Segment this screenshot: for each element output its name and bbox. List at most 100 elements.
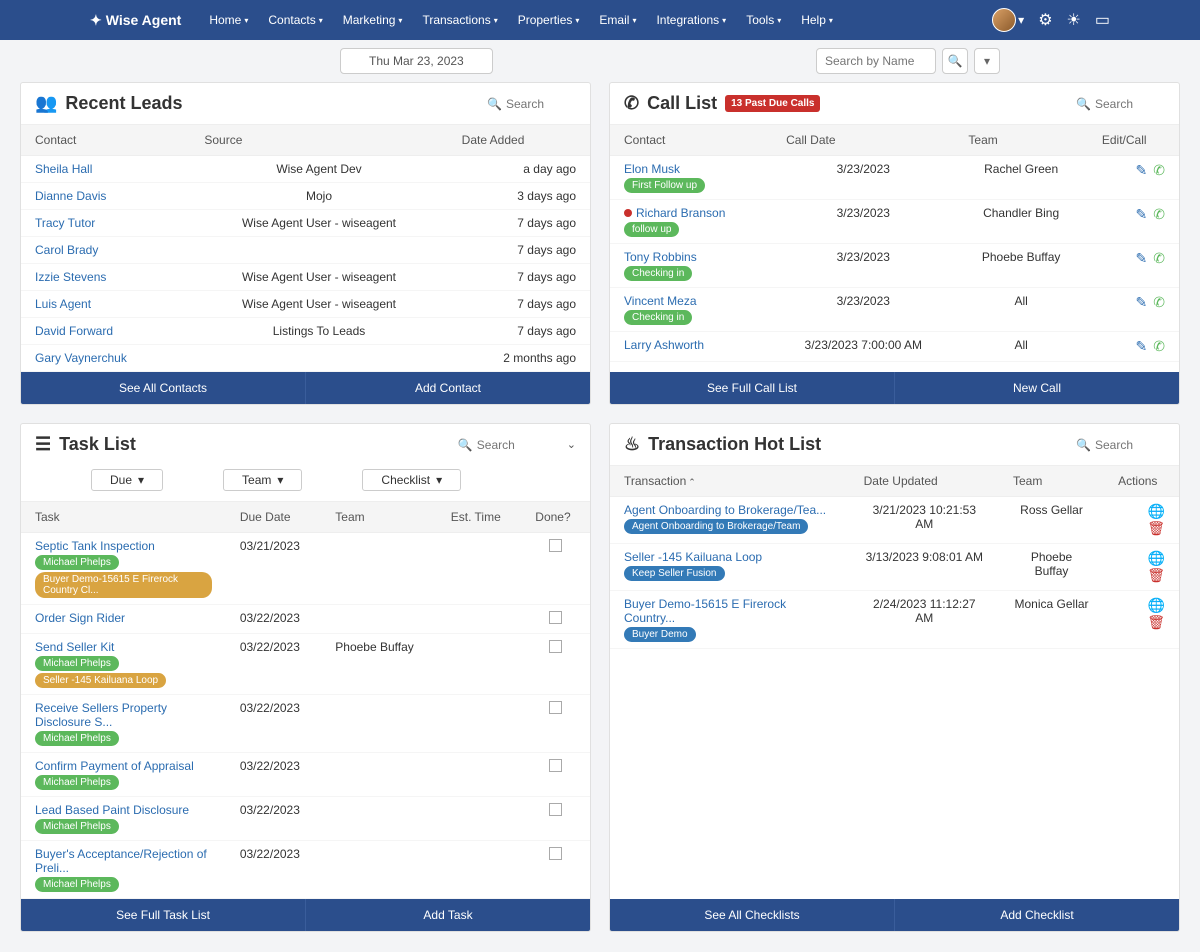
- task-link[interactable]: Send Seller Kit: [35, 640, 114, 654]
- call-icon[interactable]: ✆: [1153, 250, 1165, 266]
- contact-link[interactable]: Vincent Meza: [624, 294, 697, 308]
- task-link[interactable]: Lead Based Paint Disclosure: [35, 803, 189, 817]
- task-link[interactable]: Buyer's Acceptance/Rejection of Preli...: [35, 847, 207, 875]
- search-options-button[interactable]: ▾: [974, 48, 1000, 74]
- brand-icon: ✦: [90, 12, 102, 29]
- panel-search[interactable]: 🔍: [1076, 97, 1165, 111]
- panel-search[interactable]: 🔍: [1076, 438, 1165, 452]
- call-icon[interactable]: ✆: [1153, 206, 1165, 222]
- contact-link[interactable]: Richard Branson: [636, 206, 725, 220]
- nav-item-home[interactable]: Home▾: [199, 3, 258, 37]
- done-checkbox[interactable]: [549, 539, 562, 552]
- table-row: Buyer's Acceptance/Rejection of Preli...…: [21, 841, 590, 899]
- recent-leads-panel: 👥Recent Leads 🔍 Contact Source Date Adde…: [20, 82, 591, 405]
- transaction-link[interactable]: Seller -145 Kailuana Loop: [624, 550, 762, 564]
- task-link[interactable]: Order Sign Rider: [35, 611, 125, 625]
- done-checkbox[interactable]: [549, 803, 562, 816]
- panel-search[interactable]: 🔍: [458, 438, 547, 452]
- add-contact-button[interactable]: Add Contact: [306, 372, 590, 404]
- task-link[interactable]: Receive Sellers Property Disclosure S...: [35, 701, 167, 729]
- col-call-date: Call Date: [772, 125, 954, 156]
- nav-item-tools[interactable]: Tools▾: [736, 3, 791, 37]
- see-all-contacts-button[interactable]: See All Contacts: [21, 372, 306, 404]
- contact-link[interactable]: Luis Agent: [35, 297, 91, 311]
- panel-search-input[interactable]: [477, 438, 547, 452]
- filter-due[interactable]: Due▾: [91, 469, 163, 491]
- delete-icon[interactable]: 🗑: [1147, 614, 1165, 630]
- contact-link[interactable]: Izzie Stevens: [35, 270, 106, 284]
- done-checkbox[interactable]: [549, 701, 562, 714]
- nav-item-contacts[interactable]: Contacts▾: [258, 3, 332, 37]
- filter-checklist[interactable]: Checklist▾: [362, 469, 461, 491]
- chevron-down-icon: ▾: [777, 16, 781, 25]
- task-link[interactable]: Septic Tank Inspection: [35, 539, 155, 553]
- contact-cell: Vincent MezaChecking in: [610, 288, 772, 332]
- contact-link[interactable]: Carol Brady: [35, 243, 98, 257]
- contact-link[interactable]: Tony Robbins: [624, 250, 697, 264]
- filter-team[interactable]: Team▾: [223, 469, 302, 491]
- add-task-button[interactable]: Add Task: [306, 899, 590, 931]
- due-date-cell: 03/22/2023: [226, 634, 321, 695]
- contact-link[interactable]: Gary Vaynerchuk: [35, 351, 127, 365]
- nav-item-integrations[interactable]: Integrations▾: [646, 3, 736, 37]
- globe-icon[interactable]: 🌐: [1148, 503, 1165, 519]
- chevron-down-icon: ▾: [319, 16, 323, 25]
- panel-search-input[interactable]: [506, 97, 576, 111]
- leads-table: Contact Source Date Added Sheila HallWis…: [21, 124, 590, 372]
- contact-link[interactable]: Elon Musk: [624, 162, 680, 176]
- globe-icon[interactable]: 🌐: [1148, 597, 1165, 613]
- done-checkbox[interactable]: [549, 847, 562, 860]
- delete-icon[interactable]: 🗑: [1147, 520, 1165, 536]
- contact-link[interactable]: Tracy Tutor: [35, 216, 95, 230]
- search-input[interactable]: [816, 48, 936, 74]
- panel-search-input[interactable]: [1095, 438, 1165, 452]
- panel-search[interactable]: 🔍: [487, 97, 576, 111]
- nav-item-marketing[interactable]: Marketing▾: [333, 3, 413, 37]
- due-date-cell: 03/22/2023: [226, 695, 321, 753]
- nav-item-transactions[interactable]: Transactions▾: [412, 3, 507, 37]
- done-checkbox[interactable]: [549, 611, 562, 624]
- call-icon[interactable]: ✆: [1153, 162, 1165, 178]
- edit-icon[interactable]: ✎: [1136, 338, 1148, 354]
- done-checkbox[interactable]: [549, 640, 562, 653]
- globe-icon[interactable]: 🌐: [1148, 550, 1165, 566]
- chevron-down-icon[interactable]: ⌄: [567, 438, 576, 451]
- user-menu[interactable]: ▾: [992, 8, 1024, 32]
- gear-icon[interactable]: ⚙: [1038, 10, 1052, 30]
- chat-icon[interactable]: ▭: [1095, 10, 1110, 30]
- edit-icon[interactable]: ✎: [1136, 250, 1148, 266]
- panel-search-input[interactable]: [1095, 97, 1165, 111]
- col-date-added: Date Added: [448, 125, 590, 156]
- call-icon[interactable]: ✆: [1153, 338, 1165, 354]
- panel-title-text: Call List: [647, 93, 717, 114]
- contact-link[interactable]: Sheila Hall: [35, 162, 92, 176]
- nav-item-help[interactable]: Help▾: [791, 3, 843, 37]
- contact-link[interactable]: David Forward: [35, 324, 113, 338]
- task-cell: Septic Tank InspectionMichael PhelpsBuye…: [21, 533, 226, 605]
- add-checklist-button[interactable]: Add Checklist: [895, 899, 1179, 931]
- bell-icon[interactable]: ☀: [1067, 10, 1081, 30]
- edit-icon[interactable]: ✎: [1136, 206, 1148, 222]
- transaction-link[interactable]: Agent Onboarding to Brokerage/Tea...: [624, 503, 826, 517]
- call-icon[interactable]: ✆: [1153, 294, 1165, 310]
- chevron-down-icon: ▾: [722, 16, 726, 25]
- panel-title-text: Transaction Hot List: [648, 434, 821, 455]
- delete-icon[interactable]: 🗑: [1147, 567, 1165, 583]
- search-button[interactable]: 🔍: [942, 48, 968, 74]
- see-full-call-list-button[interactable]: See Full Call List: [610, 372, 895, 404]
- brand-logo[interactable]: ✦ Wise Agent: [90, 12, 181, 29]
- edit-icon[interactable]: ✎: [1136, 294, 1148, 310]
- contact-link[interactable]: Dianne Davis: [35, 189, 106, 203]
- see-full-task-list-button[interactable]: See Full Task List: [21, 899, 306, 931]
- edit-icon[interactable]: ✎: [1136, 162, 1148, 178]
- nav-item-email[interactable]: Email▾: [589, 3, 646, 37]
- nav-item-properties[interactable]: Properties▾: [508, 3, 590, 37]
- done-checkbox[interactable]: [549, 759, 562, 772]
- see-all-checklists-button[interactable]: See All Checklists: [610, 899, 895, 931]
- task-link[interactable]: Confirm Payment of Appraisal: [35, 759, 194, 773]
- new-call-button[interactable]: New Call: [895, 372, 1179, 404]
- col-transaction[interactable]: Transaction⌃: [610, 466, 850, 497]
- chevron-down-icon: ▾: [575, 16, 579, 25]
- transaction-link[interactable]: Buyer Demo-15615 E Firerock Country...: [624, 597, 786, 625]
- contact-link[interactable]: Larry Ashworth: [624, 338, 704, 352]
